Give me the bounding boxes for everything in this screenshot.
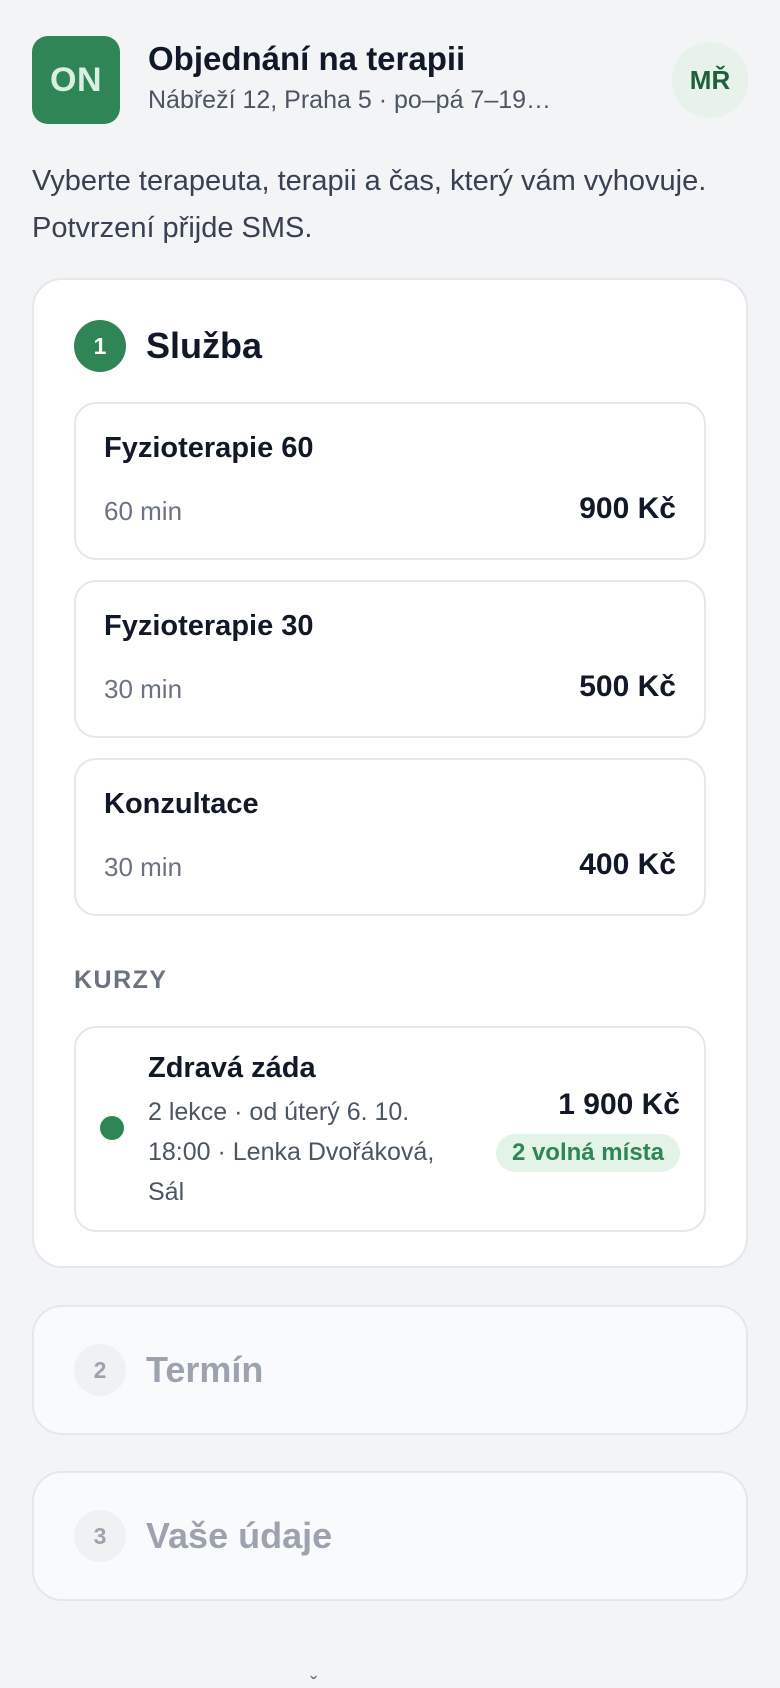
service-duration: 30 min bbox=[104, 852, 183, 882]
step-title: Služba bbox=[146, 325, 263, 366]
step-header: 1 Služba bbox=[74, 320, 262, 372]
service-duration: 60 min bbox=[104, 496, 183, 526]
status-dot-icon bbox=[100, 1116, 124, 1140]
service-name: Konzultace bbox=[104, 788, 259, 820]
service-name: Fyzioterapie 30 bbox=[104, 610, 314, 642]
service-price: 900 Kč bbox=[579, 492, 676, 525]
step-title: Termín bbox=[146, 1349, 264, 1390]
service-name: Fyzioterapie 60 bbox=[104, 432, 314, 464]
courses-section-label: KURZY bbox=[74, 966, 168, 994]
step-header: 2 Termín bbox=[74, 1344, 263, 1396]
service-price: 500 Kč bbox=[579, 670, 676, 703]
page-title: Objednání na terapii bbox=[148, 40, 466, 77]
user-avatar[interactable]: MŘ bbox=[672, 42, 748, 118]
step-number-badge: 1 bbox=[74, 320, 126, 372]
step-number-badge: 2 bbox=[74, 1344, 126, 1396]
service-option-konzultace[interactable]: Konzultace 30 min 400 Kč bbox=[74, 758, 706, 916]
footer-fragment: ˇ bbox=[310, 1672, 318, 1688]
course-name: Zdravá záda bbox=[148, 1052, 316, 1084]
service-option-fyzioterapie-60[interactable]: Fyzioterapie 60 60 min 900 Kč bbox=[74, 402, 706, 560]
app-header: ON Objednání na terapii Nábřeží 12, Prah… bbox=[32, 36, 748, 124]
service-duration: 30 min bbox=[104, 674, 183, 704]
step-header: 3 Vaše údaje bbox=[74, 1510, 332, 1562]
course-details: 2 lekce · od úterý 6. 10. 18:00 · Lenka … bbox=[148, 1098, 435, 1206]
service-price: 400 Kč bbox=[579, 848, 676, 881]
course-price: 1 900 Kč bbox=[558, 1088, 680, 1121]
intro-text: Vyberte terapeuta, terapii a čas, který … bbox=[32, 165, 707, 244]
step-service-card: 1 Služba Fyzioterapie 60 60 min 900 Kč F… bbox=[32, 278, 748, 1268]
course-option-zdrava-zada[interactable]: Zdravá záda 2 lekce · od úterý 6. 10. 18… bbox=[74, 1026, 706, 1232]
service-option-fyzioterapie-30[interactable]: Fyzioterapie 30 30 min 500 Kč bbox=[74, 580, 706, 738]
clinic-address: Nábřeží 12, Praha 5 · po–pá 7–19… bbox=[148, 86, 552, 114]
step-term-card[interactable]: 2 Termín bbox=[32, 1305, 748, 1435]
clinic-logo: ON bbox=[32, 36, 120, 124]
step-number-badge: 3 bbox=[74, 1510, 126, 1562]
step-title: Vaše údaje bbox=[146, 1515, 333, 1556]
step-details-card[interactable]: 3 Vaše údaje bbox=[32, 1471, 748, 1601]
availability-badge: 2 volná místa bbox=[495, 1134, 680, 1172]
